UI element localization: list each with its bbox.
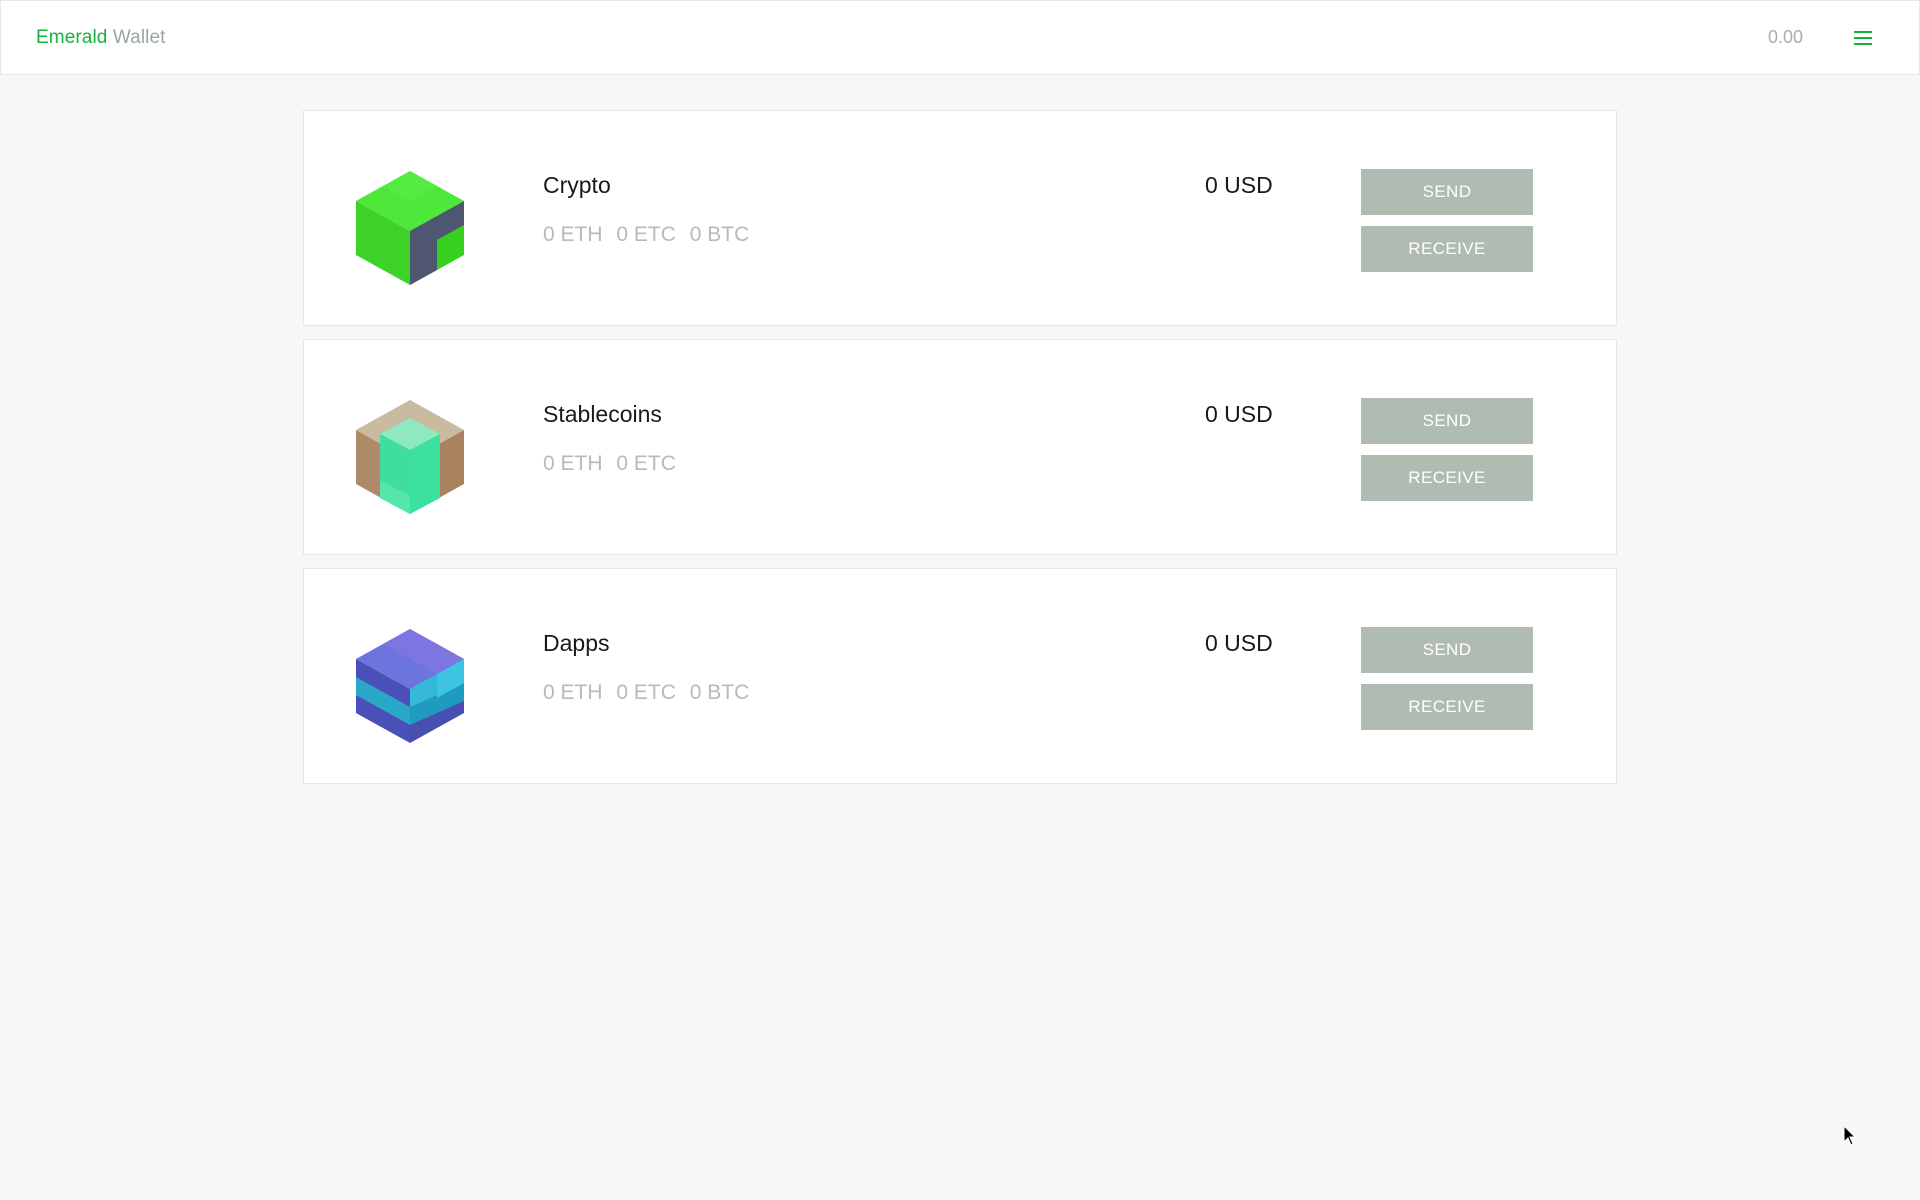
account-name[interactable]: Dapps bbox=[543, 630, 609, 657]
account-token-balances: 0 ETH 0 ETC 0 BTC bbox=[543, 681, 757, 705]
blue-cube-icon bbox=[350, 625, 470, 745]
token-balance: 0 BTC bbox=[689, 223, 750, 246]
account-name[interactable]: Stablecoins bbox=[543, 401, 662, 428]
total-balance: 0.00 bbox=[1767, 27, 1803, 47]
send-button[interactable]: SEND bbox=[1361, 627, 1533, 673]
token-balance: 0 ETC bbox=[616, 223, 676, 246]
brand-primary-text: Emerald bbox=[36, 26, 108, 48]
account-usd-balance: 0 USD bbox=[1205, 172, 1273, 198]
account-card-dapps: Dapps 0 ETH 0 ETC 0 BTC 0 USD SEND RECEI… bbox=[303, 568, 1617, 784]
receive-button[interactable]: RECEIVE bbox=[1361, 226, 1533, 272]
account-token-balances: 0 ETH 0 ETC bbox=[543, 452, 684, 476]
account-usd-balance: 0 USD bbox=[1205, 630, 1273, 656]
brand-secondary-text: Wallet bbox=[112, 26, 166, 48]
send-button[interactable]: SEND bbox=[1361, 169, 1533, 215]
header-right: 0.00 bbox=[1768, 16, 1885, 60]
green-cube-icon bbox=[350, 167, 470, 287]
token-balance: 0 BTC bbox=[689, 681, 750, 704]
app-header: Emerald Wallet 0.00 bbox=[0, 0, 1920, 75]
account-token-balances: 0 ETH 0 ETC 0 BTC bbox=[543, 223, 757, 247]
token-balance: 0 ETH bbox=[543, 452, 603, 475]
account-name[interactable]: Crypto bbox=[543, 172, 611, 199]
token-balance: 0 ETC bbox=[616, 681, 676, 704]
token-balance: 0 ETH bbox=[543, 681, 603, 704]
token-balance: 0 ETH bbox=[543, 223, 603, 246]
receive-button[interactable]: RECEIVE bbox=[1361, 684, 1533, 730]
mouse-pointer-icon bbox=[1843, 1124, 1857, 1147]
tan-teal-cube-icon bbox=[350, 396, 470, 516]
account-list: Crypto 0 ETH 0 ETC 0 BTC 0 USD SEND RECE… bbox=[303, 110, 1617, 797]
receive-button[interactable]: RECEIVE bbox=[1361, 455, 1533, 501]
token-balance: 0 ETC bbox=[616, 452, 676, 475]
account-usd-balance: 0 USD bbox=[1205, 401, 1273, 427]
send-button[interactable]: SEND bbox=[1361, 398, 1533, 444]
app-logo[interactable]: Emerald Wallet bbox=[36, 27, 166, 49]
account-card-crypto: Crypto 0 ETH 0 ETC 0 BTC 0 USD SEND RECE… bbox=[303, 110, 1617, 326]
account-card-stablecoins: Stablecoins 0 ETH 0 ETC 0 USD SEND RECEI… bbox=[303, 339, 1617, 555]
hamburger-menu-icon[interactable] bbox=[1841, 16, 1885, 60]
